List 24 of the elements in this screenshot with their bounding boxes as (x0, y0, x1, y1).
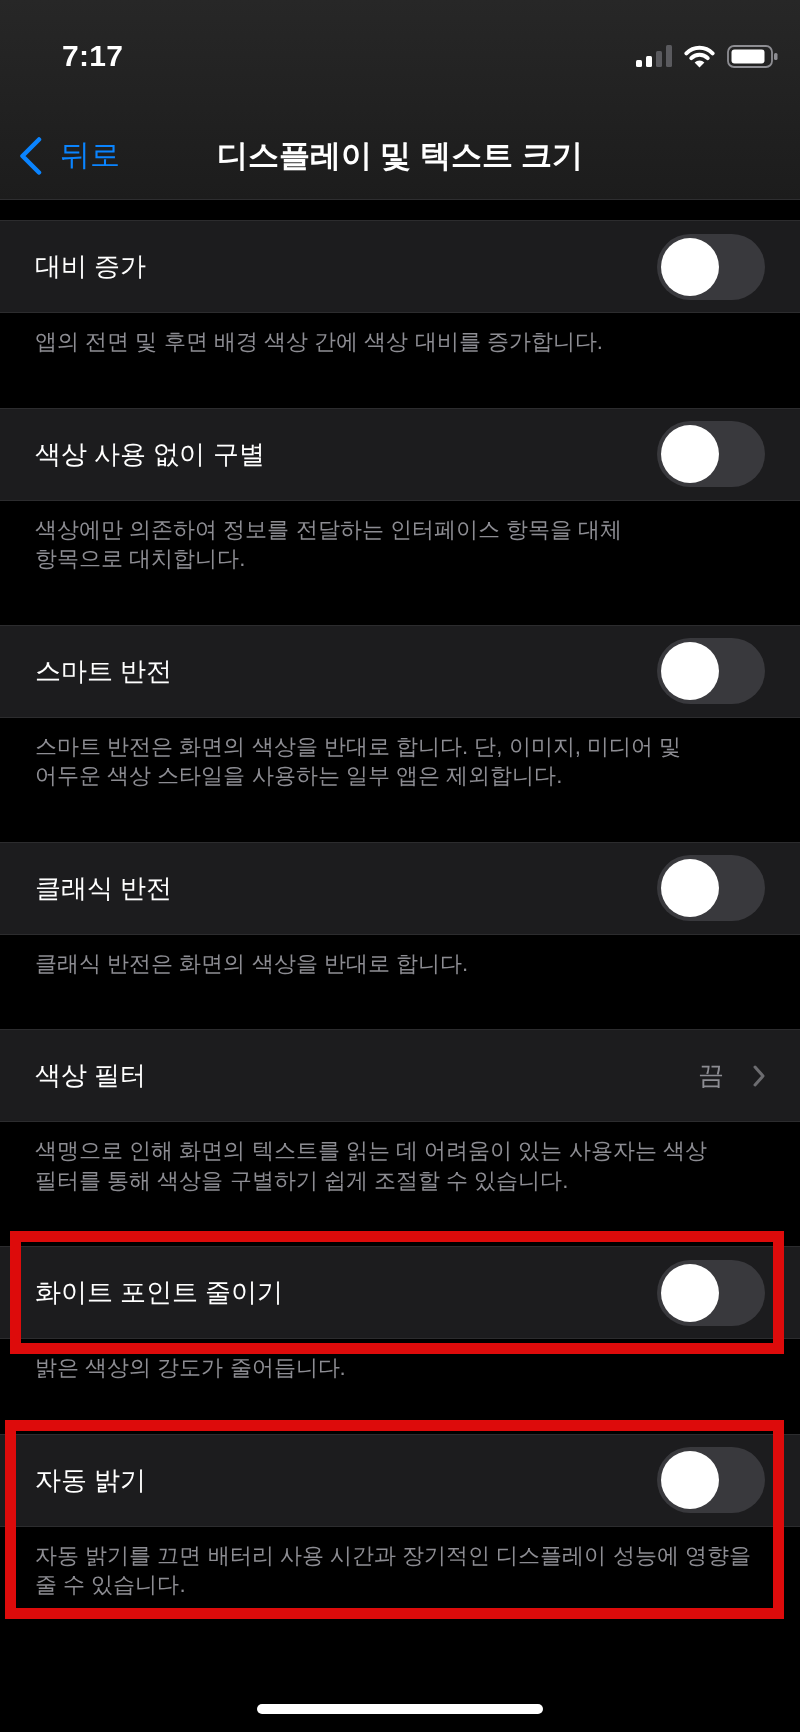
row-label: 스마트 반전 (35, 654, 174, 688)
footer-note: 색상에만 의존하여 정보를 전달하는 인터페이스 항목을 대체 항목으로 대치합니다. (34, 515, 624, 573)
battery-icon (727, 44, 778, 68)
footer-note: 자동 밝기를 끄면 배터리 사용 시간과 장기적인 디스플레이 성능에 영향을 줄 수 있습니다. (34, 1541, 752, 1599)
nav-title: 디스플레이 및 텍스트 크기 (216, 136, 584, 175)
footer-note: 색맹으로 인해 화면의 텍스트를 읽는 데 어려움이 있는 사용자는 색상 필터를 통해 색상을 구별하기 쉽게 조절할 수 있습니다. (34, 1137, 708, 1195)
row-label: 화이트 포인트 줄이기 (35, 1276, 285, 1309)
footer-note: 스마트 반전은 화면의 색상을 반대로 합니다. 단, 이미지, 미디어 및 어두운 색상 스타일을 사용하는 일부 앱은 제외합니다. (34, 732, 683, 790)
row-value: 끔 (698, 1059, 724, 1092)
wifi-icon (684, 44, 715, 68)
footer-note: 앱의 전면 및 후면 배경 색상 간에 색상 대비를 증가합니다. (34, 328, 604, 356)
row-label: 대비 증가 (35, 250, 148, 283)
footer-note: 클래식 반전은 화면의 색상을 반대로 합니다. (34, 949, 470, 978)
footer-note: 밝은 색상의 강도가 줄어듭니다. (34, 1354, 347, 1382)
status-time: 7:17 (62, 39, 124, 73)
signal-icon (636, 45, 672, 67)
settings-row[interactable]: 색상 필터 끔 (0, 1029, 800, 1122)
back-button[interactable]: 뒤로 (0, 135, 120, 176)
chevron-right-icon (753, 1064, 765, 1087)
row-label: 색상 필터 (35, 1059, 148, 1092)
row-label: 색상 사용 없이 구별 (35, 437, 266, 471)
row-label: 자동 밝기 (35, 1463, 148, 1497)
row-label: 클래식 반전 (35, 871, 174, 905)
chevron-left-icon (19, 136, 42, 175)
